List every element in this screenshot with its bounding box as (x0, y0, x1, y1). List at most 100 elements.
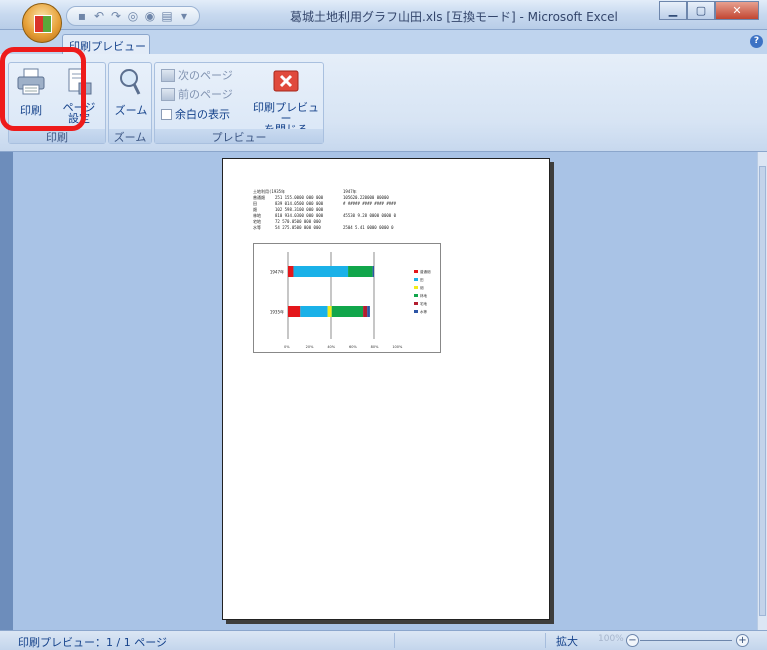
zoom-slider[interactable] (640, 640, 732, 641)
chart-category-label: 1935年 (270, 309, 284, 315)
chart-bar-segment (288, 306, 301, 317)
close-preview-label-1: 印刷プレビュー (253, 101, 319, 125)
zoom-status-button[interactable]: 拡大 (556, 633, 578, 649)
window-controls: ▁ ▢ ✕ (659, 1, 759, 20)
show-margins-checkbox[interactable]: 余白の表示 (161, 106, 230, 122)
sheet-cell-v2: 2504 5.41 0000 0000 0 (343, 225, 394, 230)
next-page-button[interactable]: 次のページ (161, 67, 233, 83)
chart-legend-swatch (414, 302, 418, 305)
save-icon[interactable]: ▪ (75, 9, 89, 23)
group-print-label: 印刷 (9, 129, 105, 144)
chart-tick-label: 80% (371, 345, 379, 349)
chart-bar-segment (372, 266, 374, 277)
chart-bar-segment (288, 266, 294, 277)
quick-access-toolbar: ▪ ↶ ↷ ◎ ◉ ▤ ▾ (66, 6, 200, 26)
close-preview-button[interactable]: 印刷プレビュー を閉じる (251, 67, 321, 135)
chart-legend-label: 林地 (420, 293, 428, 298)
chart-tick-label: 40% (327, 345, 335, 349)
vertical-scrollbar[interactable] (757, 152, 767, 630)
chart-legend-label: 田 (420, 278, 424, 282)
chart-legend-swatch (414, 286, 418, 289)
ribbon: 印刷 ページ 設定 印刷 ズーム ズーム 次のページ 前のページ 余白の表示 印… (0, 54, 767, 152)
sheet-cell-label: 田 (253, 201, 257, 206)
sheet-cell-v1: 102 598.3100 000 000 (275, 207, 324, 212)
show-margins-label: 余白の表示 (175, 108, 230, 121)
group-preview: 次のページ 前のページ 余白の表示 印刷プレビュー を閉じる プレビュー (154, 62, 324, 144)
next-page-label: 次のページ (178, 69, 233, 82)
chart-tick-label: 0% (284, 345, 290, 349)
zoom-button-label: ズーム (114, 104, 148, 117)
chart-area: 1947年 1935年 0% 20% 40% 60% 80% 100% 普通畑田畑林地宅地水等 (253, 243, 441, 353)
group-preview-label: プレビュー (155, 129, 323, 144)
chart-legend-label: 水等 (420, 309, 428, 314)
chart-legend-label: 宅地 (420, 301, 428, 306)
chart-legend-label: 普通畑 (420, 269, 431, 274)
chart-legend-swatch (414, 278, 418, 281)
chart-legend-swatch (414, 294, 418, 297)
sheet-cell-v1: 54 275.0500 000 000 (275, 225, 321, 230)
redo-icon[interactable]: ↷ (109, 9, 123, 23)
chart-bar-segment (331, 306, 364, 317)
chart-category-label: 1947年 (270, 269, 284, 275)
sheet-cell-label: 宅地 (253, 219, 261, 224)
chart-bar-segment (300, 306, 328, 317)
ribbon-tab-row: 印刷プレビュー ? (0, 30, 767, 55)
chart-tick-label: 60% (349, 345, 357, 349)
sort-icon[interactable]: ▤ (160, 9, 174, 23)
scrollbar-thumb[interactable] (759, 166, 766, 616)
office-button[interactable] (22, 3, 62, 43)
window-title: 葛城土地利用グラフ山田.xls [互換モード] - Microsoft Exce… (290, 10, 618, 24)
chart-bar-segment (367, 306, 370, 317)
group-zoom-label: ズーム (109, 129, 151, 144)
prev-page-icon (161, 87, 175, 101)
group-zoom: ズーム ズーム (108, 62, 152, 144)
sheet-cell-label: 畑 (253, 207, 257, 212)
title-bar: ▪ ↶ ↷ ◎ ◉ ▤ ▾ 葛城土地利用グラフ山田.xls [互換モード] - … (0, 0, 767, 30)
prev-page-label: 前のページ (178, 88, 233, 101)
close-button[interactable]: ✕ (715, 1, 759, 20)
sheet-cell-v2: 45530 9.28 0000 0000 0 (343, 213, 396, 218)
zoom-out-button[interactable]: − (626, 634, 639, 647)
checkbox-icon (161, 108, 172, 120)
next-page-icon (161, 68, 175, 82)
print-preview-icon[interactable]: ◎ (126, 9, 140, 23)
status-separator (394, 633, 395, 648)
magnifier-icon (120, 69, 141, 95)
zoom-button[interactable]: ズーム (111, 67, 151, 118)
stacked-bar-chart: 1947年 1935年 0% 20% 40% 60% 80% 100% 普通畑田畑林地宅地水等 (270, 252, 431, 349)
sheet-header-left: 土地利用(1935年 (253, 189, 286, 194)
chart-bar-segment (348, 266, 373, 277)
sheet-cell-v1: 839 014.0500 000 000 (275, 201, 324, 206)
minimize-button[interactable]: ▁ (659, 1, 687, 20)
maximize-button[interactable]: ▢ (687, 1, 715, 20)
preview-page: 土地利用(1935年 1947年 普通畑 251 155.0000 000 000… (222, 158, 550, 620)
sheet-cell-v1: 251 155.0000 000 000 (275, 195, 324, 200)
chart-legend-label: 畑 (420, 285, 424, 290)
office-logo-icon (34, 15, 52, 33)
chart-tick-label: 20% (306, 345, 314, 349)
help-icon[interactable]: ? (750, 35, 763, 48)
sheet-cell-label: 普通畑 (253, 195, 265, 200)
chart-bar-segment (293, 266, 349, 277)
sheet-cell-v2: # ##### #### #### #### (343, 201, 396, 206)
undo-icon[interactable]: ↶ (92, 9, 106, 23)
chart-legend-swatch (414, 270, 418, 273)
highlight-frame (0, 47, 86, 131)
sheet-header-right: 1947年 (343, 189, 357, 194)
chart-tick-label: 100% (392, 345, 403, 349)
status-separator (545, 633, 546, 648)
close-preview-icon (273, 70, 299, 92)
sheet-cell-label: 林地 (253, 213, 261, 218)
sheet-cell-v1: 72 570.0500 000 000 (275, 219, 321, 224)
spelling-icon[interactable]: ◉ (143, 9, 157, 23)
sheet-cell-label: 水等 (253, 225, 261, 230)
zoom-percent: 100% (598, 634, 624, 644)
status-bar: 印刷プレビュー：1 / 1 ページ 拡大 100% − + (0, 630, 767, 650)
zoom-in-button[interactable]: + (736, 634, 749, 647)
prev-page-button[interactable]: 前のページ (161, 86, 233, 102)
sheet-cell-v1: 810 934.0300 000 000 (275, 213, 324, 218)
chart-bar-segment (363, 306, 368, 317)
status-text: 印刷プレビュー：1 / 1 ページ (18, 636, 167, 649)
customize-qat-icon[interactable]: ▾ (177, 9, 191, 23)
chart-legend-swatch (414, 310, 418, 313)
